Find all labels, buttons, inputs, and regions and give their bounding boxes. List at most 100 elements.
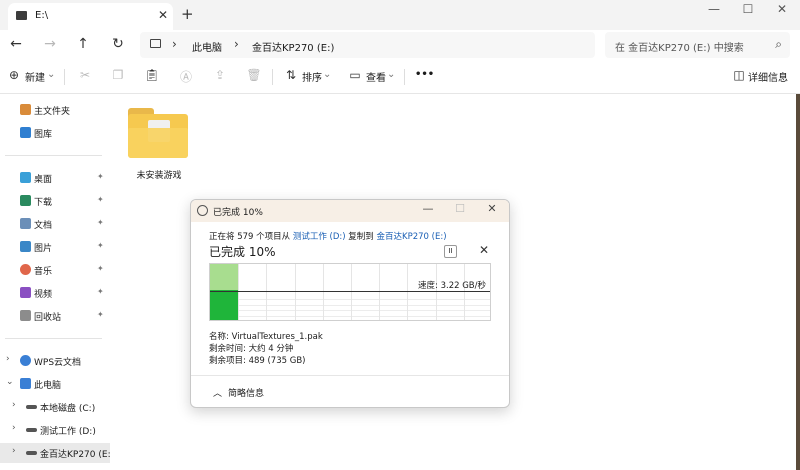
title-bar: E:\ ✕ + — ☐ ✕ xyxy=(0,0,800,30)
breadcrumb-separator: › xyxy=(172,37,177,51)
time-remaining: 剩余时间: 大约 4 分钟 xyxy=(209,344,294,354)
sidebar-item-label: 此电脑 xyxy=(34,381,62,391)
sort-icon: ⇅ xyxy=(285,68,297,82)
tab-close-icon[interactable]: ✕ xyxy=(158,8,168,22)
dialog-minimize-button[interactable]: — xyxy=(415,202,441,215)
back-button[interactable]: ← xyxy=(6,36,26,52)
breadcrumb[interactable]: › 此电脑 › 金百达KP270 (E:) xyxy=(140,32,595,58)
search-input[interactable]: 在 金百达KP270 (E:) 中搜索 ⌕ xyxy=(605,32,790,58)
rename-icon[interactable]: Ⓐ xyxy=(177,68,195,85)
graph-gridline xyxy=(407,264,408,320)
folder-icon[interactable] xyxy=(128,108,188,158)
sidebar-item-label: 测试工作 (D:) xyxy=(40,427,96,437)
drive-icon xyxy=(26,451,37,455)
pin-icon: ✦ xyxy=(97,264,104,273)
sidebar-item-label: 视频 xyxy=(34,290,53,300)
close-button[interactable]: ✕ xyxy=(765,0,799,30)
chevron-down-icon: ⌄ xyxy=(323,69,332,80)
pin-icon: ✦ xyxy=(97,195,104,204)
cancel-copy-button[interactable]: ✕ xyxy=(479,243,489,257)
paste-icon[interactable]: 📋︎ xyxy=(143,68,161,82)
sort-button[interactable]: 排序 xyxy=(302,69,322,84)
sidebar-item-label: WPS云文档 xyxy=(34,358,82,368)
transfer-speed-graph: 速度: 3.22 GB/秒 xyxy=(209,263,491,321)
desc-mid: 复制到 xyxy=(348,232,374,242)
sidebar-item-label: 图库 xyxy=(34,130,53,140)
pin-icon: ✦ xyxy=(97,241,104,250)
new-tab-button[interactable]: + xyxy=(181,5,194,23)
gallery-icon xyxy=(20,127,31,138)
share-icon[interactable]: ⇪ xyxy=(211,68,229,82)
graph-gridline xyxy=(464,264,465,320)
address-bar: ← → ↑ ↻ › 此电脑 › 金百达KP270 (E:) 在 金百达KP270… xyxy=(0,30,800,60)
chevron-right-icon[interactable]: › xyxy=(12,400,16,410)
chevron-right-icon[interactable]: › xyxy=(12,423,16,433)
up-button[interactable]: ↑ xyxy=(73,36,93,52)
cut-icon[interactable]: ✂ xyxy=(76,68,94,82)
sidebar-item-documents[interactable]: 文档 ✦ xyxy=(0,214,110,234)
pc-icon xyxy=(150,39,161,48)
new-button[interactable]: 新建 xyxy=(25,69,45,84)
sidebar-item-desktop[interactable]: 桌面 ✦ xyxy=(0,168,110,188)
chevron-up-icon: ︿ xyxy=(213,389,223,399)
desc-prefix: 正在将 579 个项目从 xyxy=(209,232,291,242)
dialog-title-bar: 已完成 10% — ☐ ✕ xyxy=(191,200,509,222)
chevron-down-icon[interactable]: ⌄ xyxy=(6,377,14,387)
copy-icon[interactable]: ❐ xyxy=(109,68,127,82)
breadcrumb-this-pc[interactable]: 此电脑 xyxy=(192,39,222,54)
pictures-icon xyxy=(20,241,31,252)
less-details-button[interactable]: ︿ 简略信息 xyxy=(213,386,264,399)
sidebar-item-wps-cloud[interactable]: › WPS云文档 xyxy=(0,351,110,371)
pc-icon xyxy=(20,378,31,389)
sidebar-item-drive-e[interactable]: › 金百达KP270 (E:) xyxy=(0,443,114,463)
destination-link[interactable]: 金百达KP270 (E:) xyxy=(377,232,447,242)
pause-button[interactable]: II xyxy=(444,245,457,258)
minimize-button[interactable]: — xyxy=(697,0,731,30)
chevron-right-icon[interactable]: › xyxy=(6,354,10,364)
download-icon xyxy=(20,195,31,206)
sidebar-item-gallery[interactable]: 图库 xyxy=(0,123,110,143)
sidebar-item-videos[interactable]: 视频 ✦ xyxy=(0,283,110,303)
sidebar-item-recycle-bin[interactable]: 回收站 ✦ xyxy=(0,306,110,326)
sidebar-item-this-pc[interactable]: ⌄ 此电脑 xyxy=(0,374,110,394)
drive-icon xyxy=(26,428,37,432)
search-icon: ⌕ xyxy=(775,37,782,51)
cloud-icon xyxy=(20,355,31,366)
drive-icon xyxy=(16,11,27,20)
speed-line xyxy=(210,291,490,292)
chevron-down-icon: ⌄ xyxy=(387,69,396,80)
sidebar-item-drive-d[interactable]: › 测试工作 (D:) xyxy=(0,420,110,440)
background-edge xyxy=(796,94,800,470)
refresh-button[interactable]: ↻ xyxy=(108,36,128,52)
music-icon xyxy=(20,264,31,275)
details-button[interactable]: 详细信息 xyxy=(748,69,788,84)
pin-icon: ✦ xyxy=(97,287,104,296)
less-details-label: 简略信息 xyxy=(228,389,265,399)
sidebar-item-music[interactable]: 音乐 ✦ xyxy=(0,260,110,280)
divider xyxy=(5,338,102,339)
forward-button[interactable]: → xyxy=(40,36,60,52)
sidebar-item-downloads[interactable]: 下载 ✦ xyxy=(0,191,110,211)
folder-front xyxy=(128,128,188,158)
graph-gridline xyxy=(266,264,267,320)
maximize-button[interactable]: ☐ xyxy=(731,0,765,30)
breadcrumb-e-drive[interactable]: 金百达KP270 (E:) xyxy=(252,39,334,54)
sidebar-item-pictures[interactable]: 图片 ✦ xyxy=(0,237,110,257)
plus-icon: ⊕ xyxy=(8,68,20,82)
sidebar-item-label: 音乐 xyxy=(34,267,53,277)
more-options-button[interactable]: ••• xyxy=(415,69,434,80)
navigation-pane: 主文件夹 图库 桌面 ✦ 下载 ✦ 文档 ✦ 图片 ✦ 音乐 ✦ 视频 ✦ 回收… xyxy=(0,94,114,470)
source-link[interactable]: 测试工作 (D:) xyxy=(293,232,346,242)
tab-e-drive[interactable]: E:\ ✕ xyxy=(8,3,173,30)
sidebar-item-drive-c[interactable]: › 本地磁盘 (C:) xyxy=(0,397,110,417)
folder-name[interactable]: 未安装游戏 xyxy=(124,168,194,181)
drive-icon xyxy=(26,405,37,409)
chevron-right-icon[interactable]: › xyxy=(12,446,16,456)
videos-icon xyxy=(20,287,31,298)
dialog-close-button[interactable]: ✕ xyxy=(479,202,505,215)
view-button[interactable]: 查看 xyxy=(366,69,386,84)
sidebar-item-home[interactable]: 主文件夹 xyxy=(0,100,110,120)
delete-icon[interactable]: 🗑︎ xyxy=(245,68,263,82)
pin-icon: ✦ xyxy=(97,310,104,319)
graph-gridline xyxy=(379,264,380,320)
